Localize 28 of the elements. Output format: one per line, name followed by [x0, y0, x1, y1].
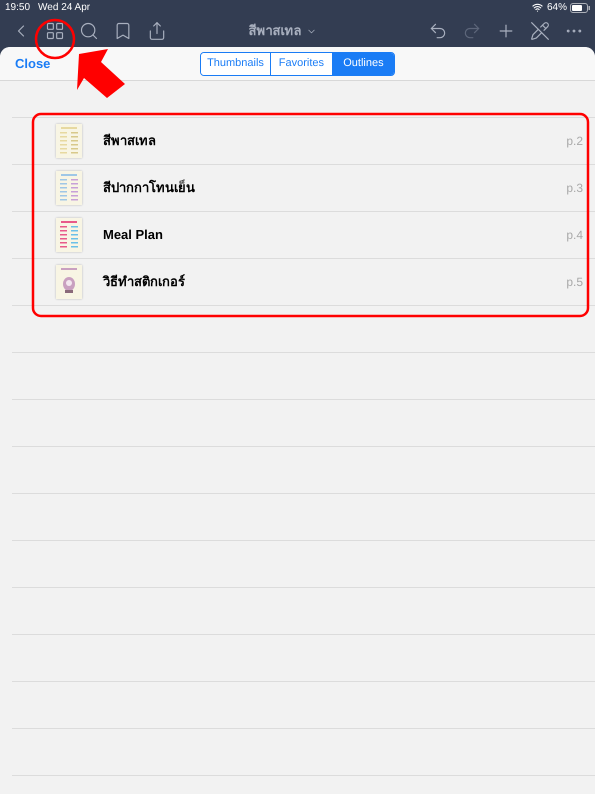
thumbnail-drawing	[56, 171, 82, 205]
outline-title: Meal Plan	[103, 226, 164, 244]
page-number: p.4	[566, 227, 583, 244]
status-time: 19:50	[5, 1, 30, 15]
battery-icon	[570, 2, 590, 12]
outline-row[interactable]: Meal Plan p.4	[12, 212, 595, 259]
thumbnail-drawing	[56, 265, 82, 299]
battery-percentage: 64%	[546, 1, 567, 15]
status-date: Wed 24 Apr	[38, 1, 90, 15]
close-button[interactable]: Close	[15, 54, 50, 74]
annotation-circle	[34, 18, 76, 60]
document-title[interactable]: สีพาสเทล	[248, 21, 346, 41]
segment-tab[interactable]: Outlines	[332, 52, 394, 74]
thumbnail-drawing	[56, 218, 82, 252]
outline-title: สีปากกาโทนเย็น	[103, 178, 196, 198]
outline-row[interactable]: สีปากกาโทนเย็น p.3	[12, 165, 595, 212]
thumbnail-drawing	[56, 124, 82, 158]
page-number: p.3	[566, 180, 583, 197]
outline-title: สีพาสเทล	[103, 132, 157, 150]
outline-row[interactable]: วิธีทำสติกเกอร์ p.5	[12, 259, 595, 306]
outline-title: วิธีทำสติกเกอร์	[103, 273, 186, 292]
segment-tab[interactable]: Thumbnails	[201, 52, 270, 74]
wifi-icon	[532, 2, 543, 13]
annotation-arrow	[77, 49, 125, 98]
outline-row[interactable]: สีพาสเทล p.2	[12, 118, 595, 165]
page-number: p.2	[566, 133, 583, 150]
segment-tab[interactable]: Favorites	[270, 52, 332, 74]
page-number: p.5	[566, 274, 583, 291]
